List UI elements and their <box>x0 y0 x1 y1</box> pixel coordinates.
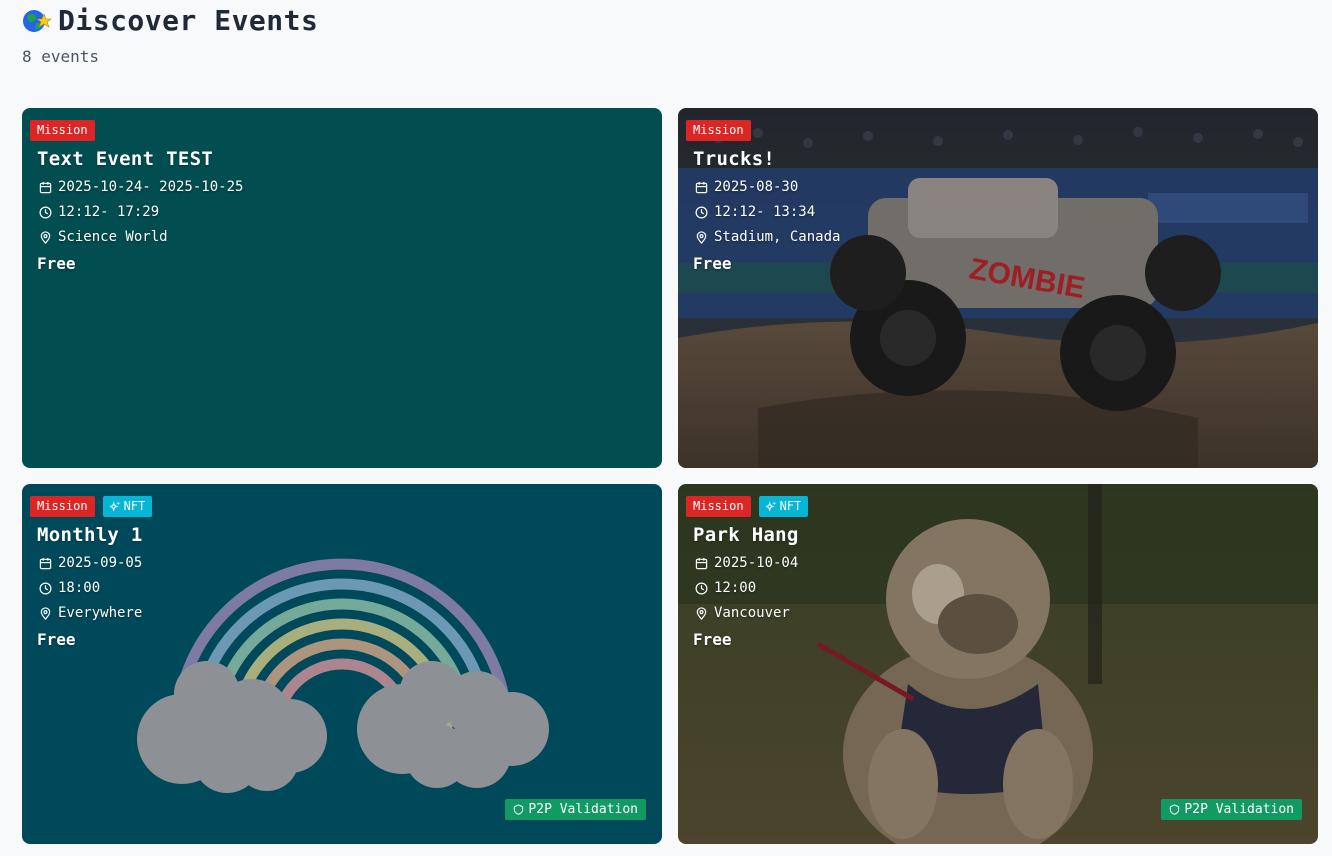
event-location: Science World <box>58 229 168 245</box>
event-date: 2025-09-05 <box>58 555 143 571</box>
event-time: 12:12- 13:34 <box>714 204 816 220</box>
event-card[interactable]: Mission NFT Monthly 1 2025-09-05 18:00 E… <box>22 484 662 844</box>
event-price: Free <box>693 630 732 649</box>
event-date: 2025-08-30 <box>714 179 799 195</box>
event-price: Free <box>37 630 76 649</box>
event-time-row: 18:00 <box>39 580 654 596</box>
event-time-row: 12:00 <box>695 580 1310 596</box>
nft-badge: NFT <box>758 496 809 517</box>
event-card[interactable]: Mission Text Event TEST 2025-10-24- 2025… <box>22 108 662 468</box>
nft-badge: NFT <box>102 496 153 517</box>
event-time: 18:00 <box>58 580 101 596</box>
nft-badge-label: NFT <box>123 499 146 513</box>
mission-badge: Mission <box>30 496 95 517</box>
map-pin-icon <box>40 606 51 620</box>
page-title: Discover Events <box>58 4 319 37</box>
map-pin-icon <box>40 230 51 244</box>
clock-icon <box>39 582 52 594</box>
event-date-row: 2025-10-04 <box>695 555 1310 571</box>
globe-icon <box>22 6 52 36</box>
p2p-validation-badge: P2P Validation <box>505 799 646 820</box>
event-price: Free <box>693 254 732 273</box>
sparkles-icon <box>109 501 120 512</box>
calendar-icon <box>39 557 52 569</box>
clock-icon <box>39 206 52 218</box>
event-count: 8 events <box>22 47 100 66</box>
event-location-row: Everywhere <box>39 605 654 621</box>
event-title: Text Event TEST <box>37 148 214 170</box>
event-time-row: 12:12- 17:29 <box>39 204 654 220</box>
event-date: 2025-10-24- 2025-10-25 <box>58 179 244 195</box>
event-title: Monthly 1 <box>37 524 143 546</box>
mission-badge: Mission <box>686 120 751 141</box>
calendar-icon <box>695 181 708 193</box>
event-location-row: Science World <box>39 229 654 245</box>
calendar-icon <box>695 557 708 569</box>
event-title: Park Hang <box>693 524 799 546</box>
p2p-validation-label: P2P Validation <box>1184 802 1294 817</box>
event-date-row: 2025-08-30 <box>695 179 1310 195</box>
shield-icon <box>1170 804 1180 815</box>
event-time: 12:00 <box>714 580 757 596</box>
event-card[interactable]: ZOMBIE Mission Trucks! 2025-08-30 12:12-… <box>678 108 1318 468</box>
mission-badge: Mission <box>686 496 751 517</box>
nft-badge-label: NFT <box>779 499 802 513</box>
mission-badge: Mission <box>30 120 95 141</box>
p2p-validation-badge: P2P Validation <box>1161 799 1302 820</box>
map-pin-icon <box>696 606 707 620</box>
event-date-row: 2025-10-24- 2025-10-25 <box>39 179 654 195</box>
event-price: Free <box>37 254 76 273</box>
page-header: Discover Events 8 events <box>22 4 318 66</box>
event-date-row: 2025-09-05 <box>39 555 654 571</box>
event-location: Stadium, Canada <box>714 229 841 245</box>
clock-icon <box>695 582 708 594</box>
event-location-row: Stadium, Canada <box>695 229 1310 245</box>
p2p-validation-label: P2P Validation <box>528 802 638 817</box>
event-time: 12:12- 17:29 <box>58 204 160 220</box>
map-pin-icon <box>696 230 707 244</box>
event-location: Everywhere <box>58 605 143 621</box>
event-location-row: Vancouver <box>695 605 1310 621</box>
calendar-icon <box>39 181 52 193</box>
event-location: Vancouver <box>714 605 790 621</box>
sparkles-icon <box>765 501 776 512</box>
events-grid: Mission Text Event TEST 2025-10-24- 2025… <box>22 108 1318 844</box>
event-card[interactable]: Mission NFT Park Hang 2025-10-04 12:00 V… <box>678 484 1318 844</box>
shield-icon <box>514 804 524 815</box>
event-date: 2025-10-04 <box>714 555 799 571</box>
event-time-row: 12:12- 13:34 <box>695 204 1310 220</box>
event-title: Trucks! <box>693 148 776 170</box>
clock-icon <box>695 206 708 218</box>
